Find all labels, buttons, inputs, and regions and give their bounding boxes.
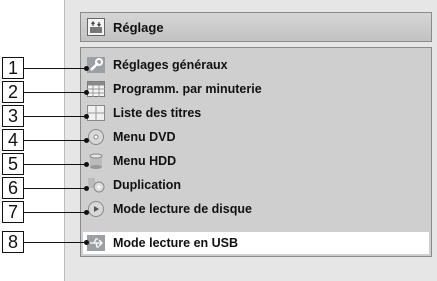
settings-menu: Réglages généraux Programm. par minuteri…	[80, 47, 432, 257]
menu-item-dvd-menu[interactable]: Menu DVD	[83, 126, 429, 148]
callout-number: 7	[2, 201, 24, 223]
callout-leader-line	[24, 66, 89, 71]
hdd-cylinder-icon	[87, 153, 105, 169]
callout-number: 8	[2, 231, 24, 253]
menu-item-label: Mode lecture en USB	[113, 236, 239, 250]
page-title: Réglage	[113, 19, 164, 35]
dvd-disc-icon	[87, 129, 105, 145]
title-list-icon	[87, 105, 105, 121]
wrench-icon	[87, 57, 105, 73]
timer-grid-icon	[87, 81, 105, 97]
settings-panel-icon	[87, 18, 105, 36]
menu-item-label: Menu DVD	[113, 130, 176, 144]
menu-item-label: Mode lecture de disque	[113, 202, 252, 216]
menu-item-label: Menu HDD	[113, 154, 177, 168]
duplication-icon	[87, 177, 105, 193]
callout-number: 2	[2, 81, 24, 103]
callout-leader-line	[24, 138, 89, 143]
menu-item-usb-playback-mode[interactable]: Mode lecture en USB	[83, 232, 429, 254]
disc-playback-icon	[87, 201, 105, 217]
callout-leader-line	[24, 240, 89, 245]
menu-item-label: Liste des titres	[113, 106, 202, 120]
callout-leader-line	[24, 210, 89, 215]
menu-item-duplication[interactable]: Duplication	[83, 174, 429, 196]
menu-item-label: Réglages généraux	[113, 58, 228, 72]
menu-item-label: Duplication	[113, 178, 182, 192]
callout-leader-line	[24, 162, 89, 167]
menu-item-hdd-menu[interactable]: Menu HDD	[83, 150, 429, 172]
callout-leader-line	[24, 90, 89, 95]
callout-leader-line	[24, 186, 89, 191]
menu-item-label: Programm. par minuterie	[113, 82, 262, 96]
callout-number: 6	[2, 177, 24, 199]
callout-number: 5	[2, 153, 24, 175]
menu-item-disc-playback-mode[interactable]: Mode lecture de disque	[83, 198, 429, 220]
callout-number: 3	[2, 105, 24, 127]
callout-number: 4	[2, 129, 24, 151]
menu-item-timer-programming[interactable]: Programm. par minuterie	[83, 78, 429, 100]
callout-number: 1	[2, 57, 24, 79]
menu-item-title-list[interactable]: Liste des titres	[83, 102, 429, 124]
usb-icon	[87, 235, 105, 251]
callout-leader-line	[24, 114, 89, 119]
menu-header: Réglage	[80, 12, 432, 42]
menu-item-general-settings[interactable]: Réglages généraux	[83, 54, 429, 76]
